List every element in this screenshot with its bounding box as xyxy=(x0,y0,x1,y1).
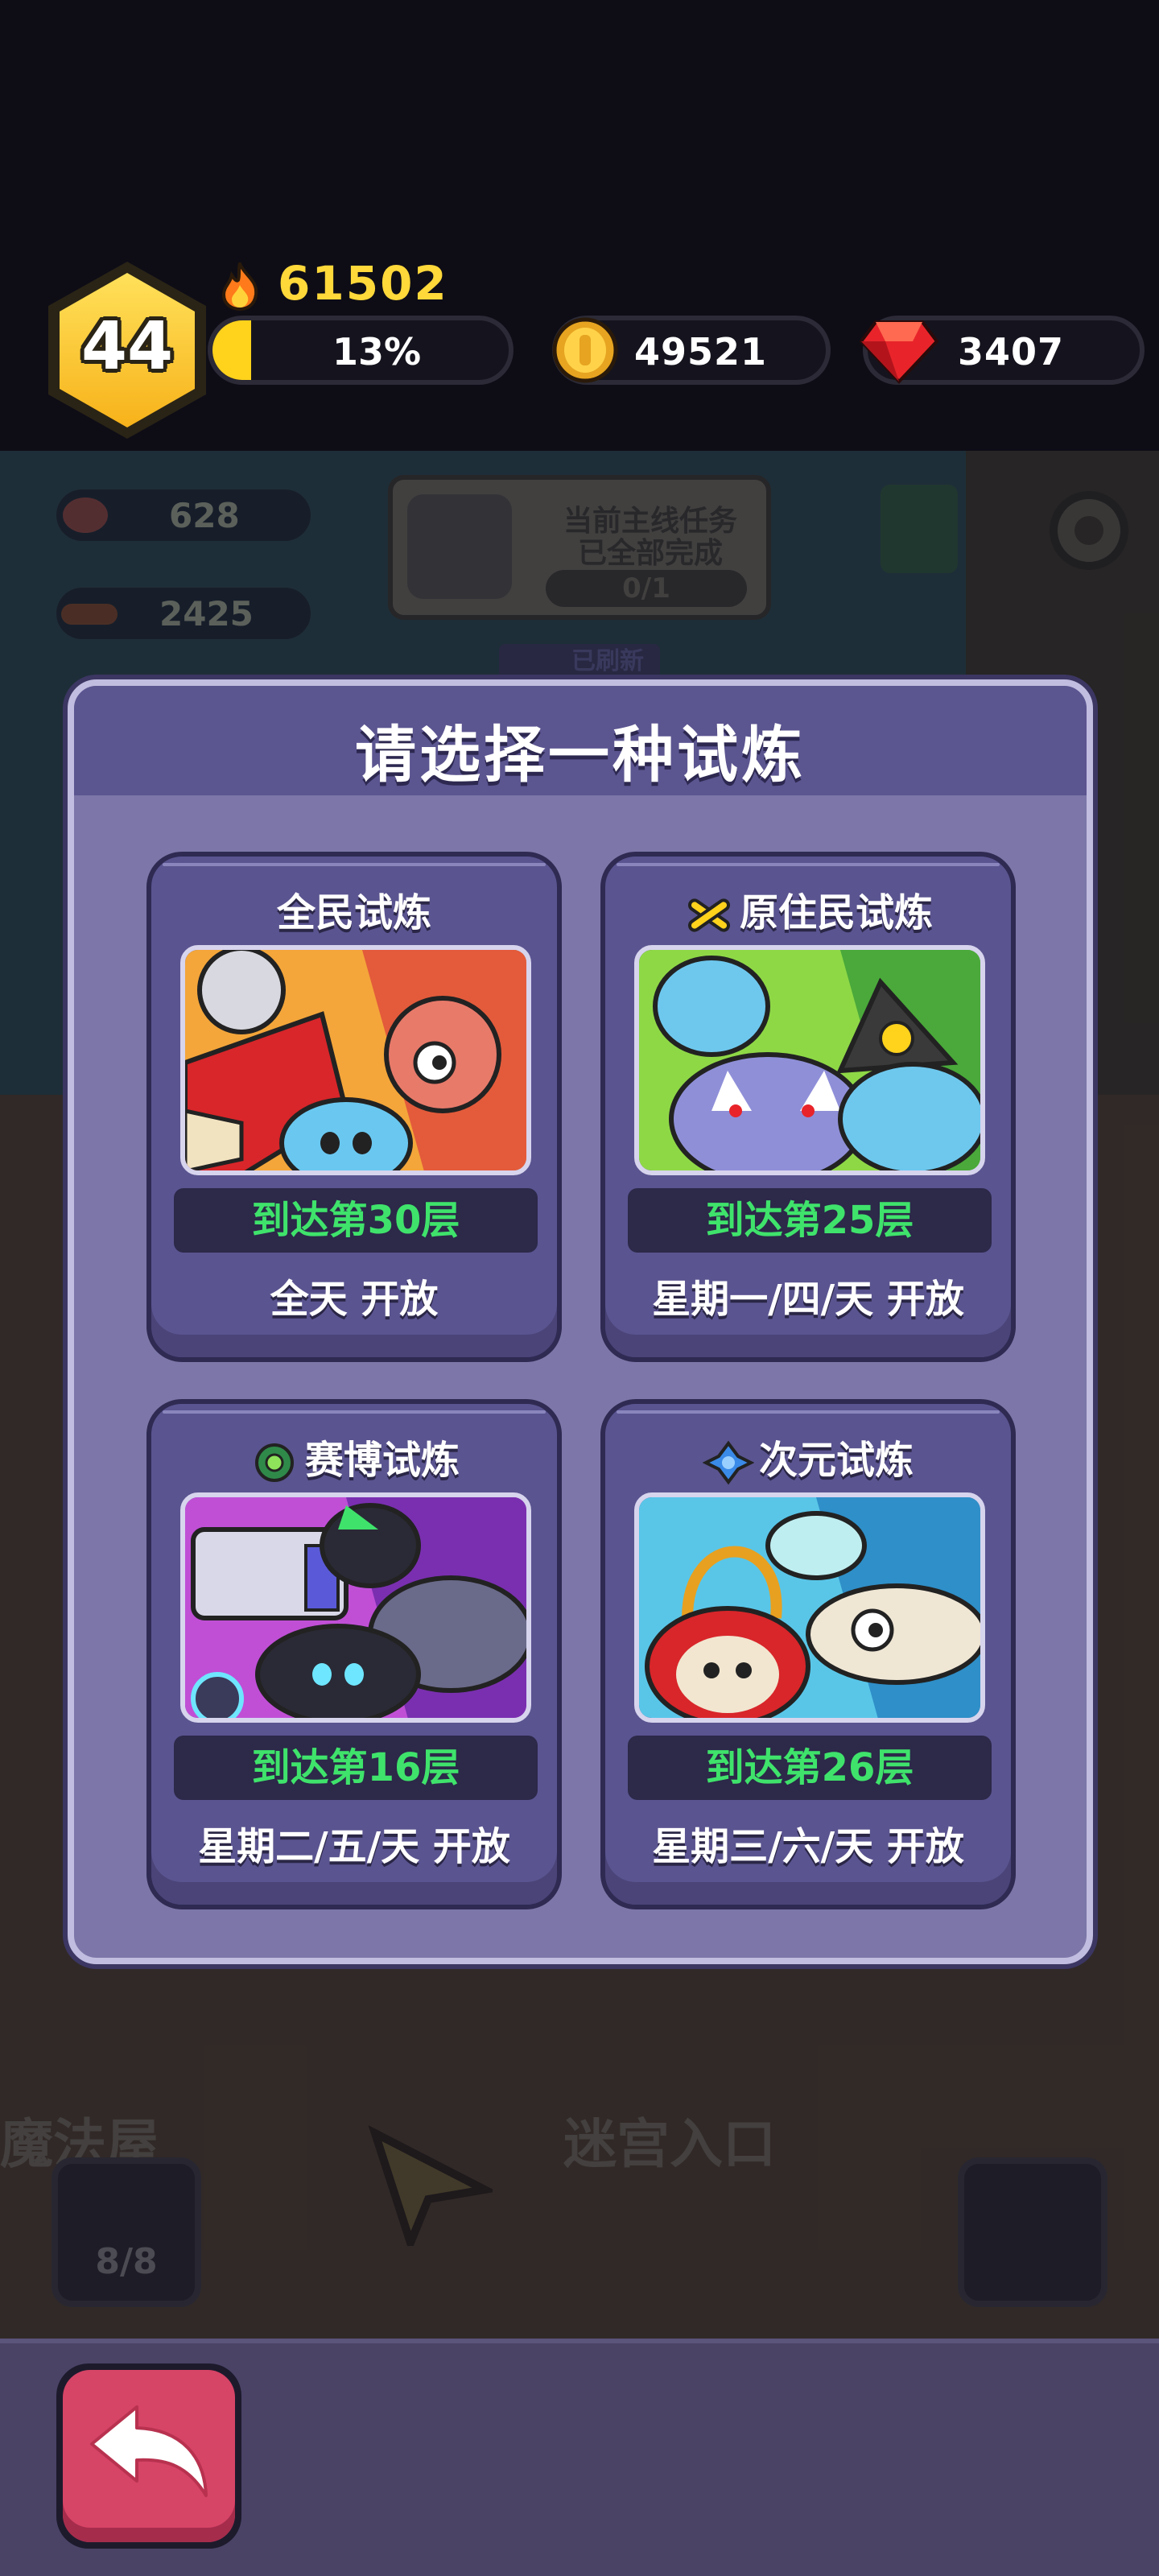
gear-cyber-icon xyxy=(254,1443,294,1482)
cyber-trial-art xyxy=(185,1497,526,1718)
card-highlight xyxy=(163,1410,546,1414)
trial-title-text: 赛博试炼 xyxy=(304,1438,460,1483)
trial-title: 次元试炼 xyxy=(605,1428,1011,1485)
trial-title: 原住民试炼 xyxy=(605,881,1011,938)
card-highlight xyxy=(617,863,1000,866)
gold-coin-icon xyxy=(552,317,618,383)
trial-schedule: 星期三/六/天 开放 xyxy=(652,1824,964,1869)
native-trial-art xyxy=(639,950,980,1170)
gem-amount: 3407 xyxy=(958,330,1065,374)
xp-progress-bar: 13% xyxy=(208,316,514,385)
dimension-trial-art xyxy=(639,1497,980,1718)
trial-requirement: 到达第30层 xyxy=(174,1188,538,1253)
combat-power: 61502 xyxy=(278,256,448,311)
trial-schedule: 星期一/四/天 开放 xyxy=(652,1277,964,1322)
trial-card-national[interactable]: 全民试炼 到达第30层 全天 开放 xyxy=(146,852,562,1362)
trial-card-native[interactable]: 原住民试炼 到达第25层 星期一/四/天 开放 xyxy=(600,852,1016,1362)
trial-schedule: 全天 开放 xyxy=(270,1277,439,1322)
trial-artwork-national xyxy=(180,945,531,1175)
trial-title-text: 全民试炼 xyxy=(276,890,431,935)
modal-header: 请选择一种试炼 xyxy=(74,686,1087,795)
trial-select-modal: 请选择一种试炼 全民试炼 到达第30层 全天 开放 原住民试炼 到达第25层 星… xyxy=(68,679,1093,1964)
card-highlight xyxy=(617,1410,1000,1414)
trial-requirement: 到达第16层 xyxy=(174,1736,538,1800)
trial-artwork-dimension xyxy=(634,1492,985,1723)
trial-card-dimension[interactable]: 次元试炼 到达第26层 星期三/六/天 开放 xyxy=(600,1399,1016,1909)
trial-title-text: 原住民试炼 xyxy=(739,890,933,935)
trial-requirement: 到达第26层 xyxy=(628,1736,992,1800)
back-button[interactable] xyxy=(56,2363,241,2549)
player-level: 44 xyxy=(80,308,174,385)
flame-icon xyxy=(221,262,258,311)
red-gem-icon xyxy=(860,320,938,384)
xp-percent: 13% xyxy=(332,330,422,374)
back-arrow-icon xyxy=(90,2405,208,2497)
coin-amount: 49521 xyxy=(634,330,768,374)
trial-artwork-native xyxy=(634,945,985,1175)
trial-title: 赛博试炼 xyxy=(151,1428,557,1485)
back-button-face xyxy=(63,2370,235,2542)
national-trial-art xyxy=(185,950,526,1170)
trial-title-text: 次元试炼 xyxy=(758,1438,914,1483)
dimension-icon xyxy=(702,1440,754,1485)
trial-artwork-cyber xyxy=(180,1492,531,1723)
trial-requirement: 到达第25层 xyxy=(628,1188,992,1253)
modal-title: 请选择一种试炼 xyxy=(355,719,806,791)
crossed-bones-icon xyxy=(687,898,731,932)
card-highlight xyxy=(163,863,546,866)
trial-title: 全民试炼 xyxy=(151,881,557,937)
trial-schedule: 星期二/五/天 开放 xyxy=(198,1824,510,1869)
trial-card-cyber[interactable]: 赛博试炼 到达第16层 星期二/五/天 开放 xyxy=(146,1399,562,1909)
